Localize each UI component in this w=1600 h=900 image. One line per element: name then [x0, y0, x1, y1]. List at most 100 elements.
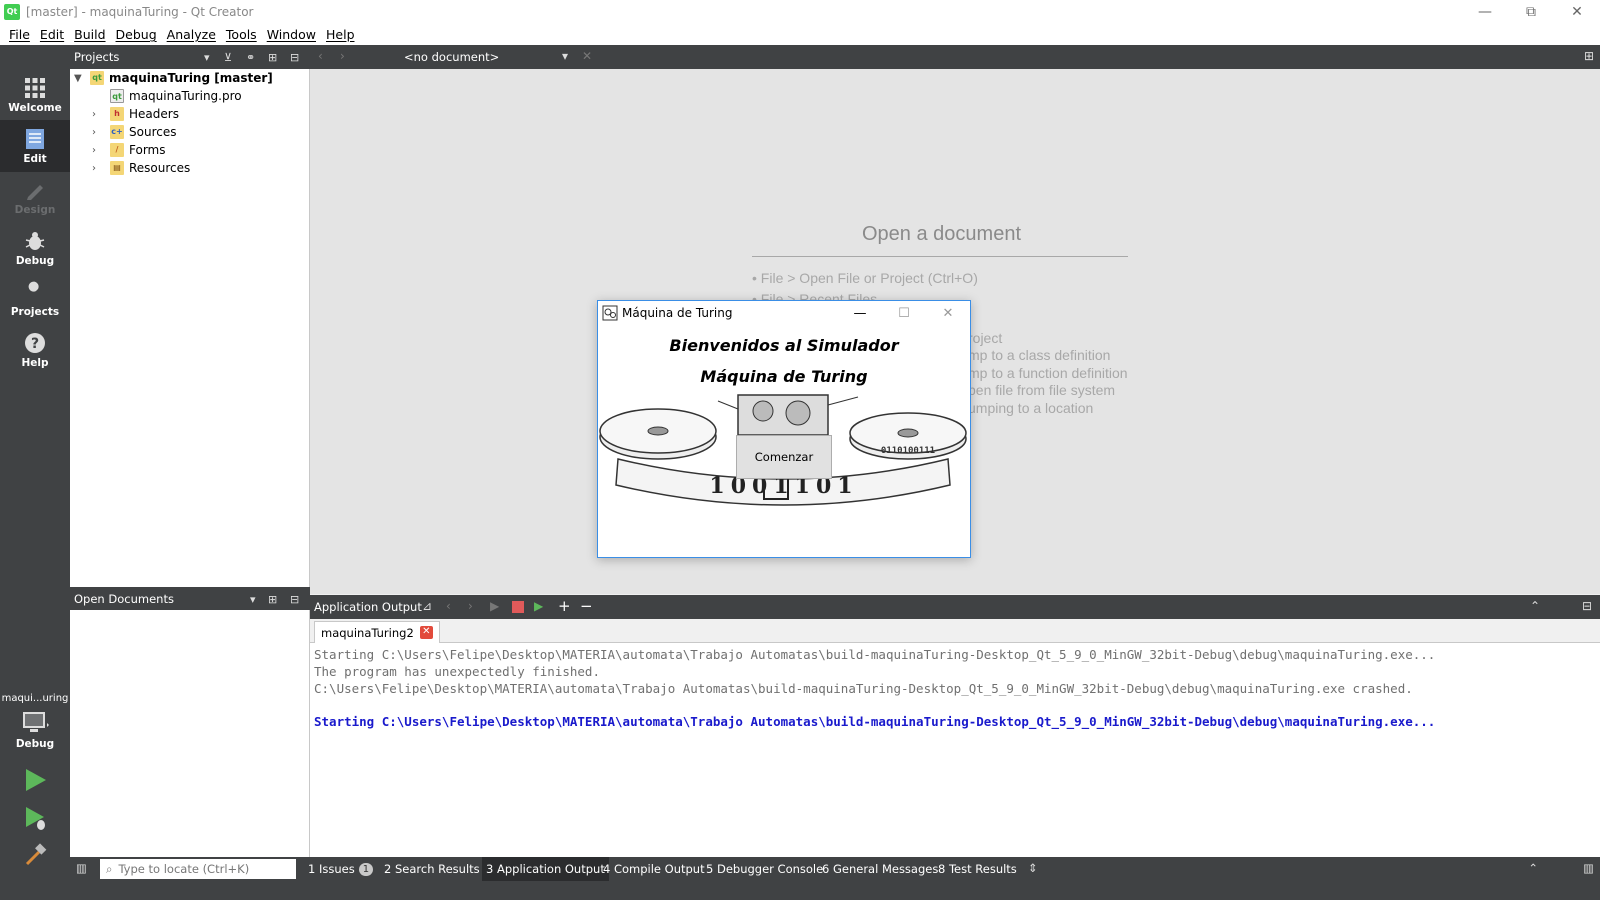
close-pane-icon[interactable]: ⊟: [290, 593, 299, 606]
application-output-button[interactable]: 3 Application Output: [482, 857, 609, 881]
collapsed-arrow-icon[interactable]: ›: [92, 109, 104, 120]
test-results-button[interactable]: 8 Test Results: [938, 857, 1017, 881]
search-results-button[interactable]: 2 Search Results: [384, 857, 480, 881]
mode-design[interactable]: Design: [0, 171, 70, 223]
split-icon[interactable]: ⊞: [268, 593, 277, 606]
menu-debug[interactable]: Debug: [111, 27, 162, 42]
mode-welcome[interactable]: Welcome: [0, 69, 70, 121]
open-document-title: Open a document: [862, 223, 1021, 245]
kit-selector-button[interactable]: Debug: [0, 710, 70, 770]
tree-item-forms[interactable]: › / Forms: [92, 141, 165, 159]
restore-button[interactable]: ⧉: [1508, 0, 1554, 24]
menu-help[interactable]: Help: [321, 27, 360, 42]
collapsed-arrow-icon[interactable]: ›: [92, 145, 104, 156]
bottom-strip: [0, 881, 1600, 900]
mode-debug[interactable]: Debug: [0, 222, 70, 274]
open-documents-dropdown-icon[interactable]: ▾: [250, 593, 256, 606]
dialog-minimize-button[interactable]: —: [838, 301, 882, 325]
expanded-arrow-icon[interactable]: ▼: [74, 73, 86, 84]
link-icon[interactable]: ⚭: [246, 51, 255, 64]
dialog-close-button[interactable]: ✕: [926, 301, 970, 325]
tree-item-label: maquinaTuring.pro: [129, 89, 242, 103]
close-tab-icon[interactable]: ✕: [419, 626, 433, 639]
attach-debugger-icon[interactable]: ▶: [534, 599, 543, 613]
search-icon: ⌕: [106, 861, 113, 876]
dialog-maximize-button[interactable]: ☐: [882, 301, 926, 325]
menu-edit[interactable]: Edit: [35, 27, 69, 42]
open-documents-list: [70, 610, 310, 857]
projects-dropdown-icon[interactable]: ▾: [204, 51, 210, 64]
rerun-icon[interactable]: ▶: [490, 599, 499, 613]
menu-build[interactable]: Build: [69, 27, 110, 42]
tree-item-label: Resources: [129, 161, 191, 175]
compile-output-button[interactable]: 4 Compile Output: [603, 857, 705, 881]
debug-run-icon[interactable]: [22, 805, 48, 831]
menu-tools[interactable]: Tools: [221, 27, 262, 42]
next-icon[interactable]: ›: [468, 599, 473, 613]
output-line: Starting C:\Users\Felipe\Desktop\MATERIA…: [314, 714, 1436, 729]
document-selector[interactable]: <no document>: [404, 50, 499, 64]
editor-toolbar: ‹ › <no document> ▾ ✕ ⊞: [310, 45, 1600, 69]
collapsed-arrow-icon[interactable]: ›: [92, 127, 104, 138]
menu-bar: File Edit Build Debug Analyze Tools Wind…: [0, 24, 1600, 45]
split-editor-icon[interactable]: ⊞: [1584, 49, 1594, 63]
toggle-right-sidebar-icon[interactable]: ▥: [1583, 861, 1594, 875]
back-arrow-icon[interactable]: ‹: [318, 49, 323, 63]
toggle-sidebar-icon[interactable]: ▥: [76, 861, 87, 875]
start-button[interactable]: Comenzar: [736, 435, 832, 479]
menu-analyze[interactable]: Analyze: [162, 27, 221, 42]
pencil-icon: [27, 184, 43, 200]
zoom-in-icon[interactable]: +: [558, 597, 571, 615]
output-pane-title: Application Output: [314, 600, 422, 614]
mode-help[interactable]: ? Help: [0, 324, 70, 376]
issues-button[interactable]: 1 Issues 1: [308, 857, 374, 881]
document-dropdown-icon[interactable]: ▾: [562, 49, 568, 63]
tree-item-resources[interactable]: › ▤ Resources: [92, 159, 190, 177]
tree-item-sources[interactable]: › c+ Sources: [92, 123, 176, 141]
output-scrollbar[interactable]: [1586, 643, 1600, 857]
split-icon[interactable]: ⊞: [268, 51, 277, 64]
output-tab-label: maquinaTuring2: [321, 625, 414, 640]
collapsed-arrow-icon[interactable]: ›: [92, 163, 104, 174]
turing-dialog: Máquina de Turing — ☐ ✕ Bienvenidos al S…: [597, 300, 971, 558]
zoom-out-icon[interactable]: −: [580, 597, 593, 615]
project-root-label: maquinaTuring [master]: [109, 71, 273, 85]
locator-input[interactable]: ⌕ Type to locate (Ctrl+K): [100, 859, 296, 879]
close-pane-icon[interactable]: ⊟: [290, 51, 299, 64]
prev-icon[interactable]: ‹: [446, 599, 451, 613]
mode-edit[interactable]: Edit: [0, 120, 70, 172]
open-documents-title[interactable]: Open Documents: [74, 592, 174, 606]
hint-location: umping to a location: [968, 400, 1094, 416]
tree-item-pro[interactable]: qt maquinaTuring.pro: [110, 87, 242, 105]
close-pane-icon[interactable]: ⊟: [1582, 599, 1592, 613]
tree-item-headers[interactable]: › h Headers: [92, 105, 179, 123]
grid-icon: [25, 77, 45, 98]
run-icon[interactable]: [22, 767, 48, 793]
clear-output-icon[interactable]: ⊿: [422, 599, 432, 613]
more-panes-icon[interactable]: ⇕: [1028, 861, 1038, 875]
expand-output-icon[interactable]: ⌃: [1528, 861, 1538, 875]
build-hammer-icon[interactable]: [22, 842, 48, 868]
menu-file[interactable]: File: [4, 27, 35, 42]
close-button[interactable]: ✕: [1554, 0, 1600, 24]
monitor-icon: [23, 712, 49, 732]
turing-app-icon: [602, 305, 618, 321]
output-tab-maquinaTuring2[interactable]: maquinaTuring2 ✕: [314, 621, 440, 643]
tree-root[interactable]: ▼ qt maquinaTuring [master]: [74, 69, 273, 87]
stop-icon[interactable]: [512, 601, 524, 613]
dialog-titlebar: Máquina de Turing — ☐ ✕: [598, 301, 970, 325]
tree-item-label: Sources: [129, 125, 177, 139]
maximize-pane-icon[interactable]: ⌃: [1530, 599, 1540, 613]
welcome-heading: Bienvenidos al Simulador: [669, 336, 899, 355]
application-output-text[interactable]: Starting C:\Users\Felipe\Desktop\MATERIA…: [310, 643, 1600, 857]
projects-pane-title[interactable]: Projects: [74, 50, 119, 64]
close-document-icon[interactable]: ✕: [582, 49, 592, 63]
minimize-button[interactable]: —: [1462, 0, 1508, 24]
menu-window[interactable]: Window: [262, 27, 321, 42]
debugger-console-button[interactable]: 5 Debugger Console: [706, 857, 823, 881]
filter-icon[interactable]: ⊻: [224, 51, 232, 64]
mode-projects[interactable]: Projects: [0, 273, 70, 325]
general-messages-button[interactable]: 6 General Messages: [822, 857, 938, 881]
open-documents-scrollbar[interactable]: [295, 610, 309, 857]
forward-arrow-icon[interactable]: ›: [340, 49, 345, 63]
